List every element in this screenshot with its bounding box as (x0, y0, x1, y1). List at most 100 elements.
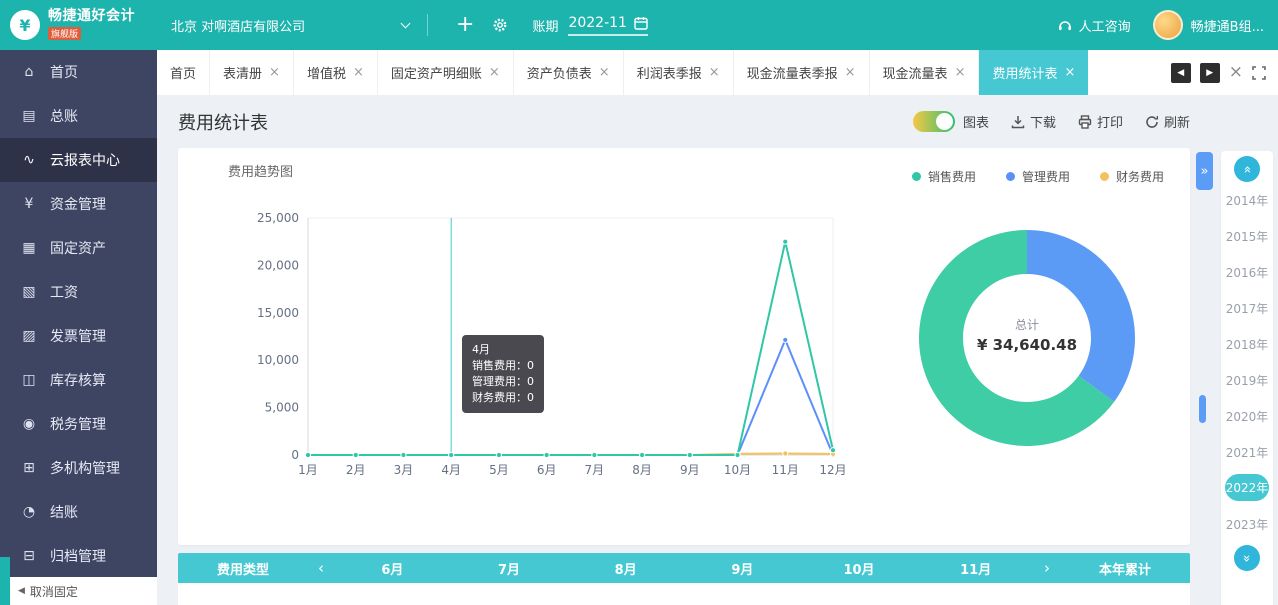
sidebar-item-general-ledger[interactable]: ▤总账 (0, 94, 157, 138)
sidebar-item-archive[interactable]: ⊟归档管理 (0, 534, 157, 578)
tab-close-icon[interactable]: × (1064, 66, 1075, 79)
y-tick-label: 20,000 (257, 258, 299, 272)
sidebar-item-multi-org[interactable]: ⊞多机构管理 (0, 446, 157, 490)
tab[interactable]: 资产负债表 × (514, 50, 624, 95)
divider (427, 14, 428, 36)
tab-label: 资产负债表 (527, 63, 592, 82)
tabbar: 首页表清册×增值税×固定资产明细账×资产负债表×利润表季报×现金流量表季报×现金… (157, 50, 1278, 95)
data-point (496, 452, 501, 457)
sidebar-item-label: 库存核算 (50, 370, 106, 390)
series-line (308, 340, 833, 455)
funds-icon: ¥ (20, 196, 38, 212)
next-months-icon[interactable]: › (1034, 559, 1060, 577)
user-name[interactable]: 畅捷通B组... (1191, 16, 1264, 35)
sidebar-item-cloud-reports[interactable]: ∿云报表中心 (0, 138, 157, 182)
data-point (353, 452, 358, 457)
edition-badge: 旗舰版 (48, 27, 81, 40)
year-item[interactable]: 2017年 (1221, 290, 1273, 326)
tab[interactable]: 表清册× (210, 50, 294, 95)
chart-tooltip: 4月 销售费用：0管理费用：0财务费用：0 (462, 335, 544, 413)
tab-close-icon[interactable]: × (353, 66, 364, 79)
bottom-col-type: 费用类型 (178, 559, 308, 578)
period-value[interactable]: 2022-11 (568, 15, 627, 31)
year-item[interactable]: 2023年 (1221, 506, 1273, 542)
year-item[interactable]: 2021年 (1221, 434, 1273, 470)
download-button[interactable]: 下载 (1011, 112, 1056, 131)
unpin-label: 取消固定 (30, 583, 78, 600)
tab-scroll-left-button[interactable]: ◀ (1171, 63, 1191, 83)
sidebar-item-inventory[interactable]: ◫库存核算 (0, 358, 157, 402)
calendar-icon[interactable] (634, 16, 648, 30)
sidebar-item-label: 发票管理 (50, 326, 106, 346)
year-item[interactable]: 2014年 (1221, 182, 1273, 218)
data-point (783, 451, 788, 456)
year-item[interactable]: 2019年 (1221, 362, 1273, 398)
y-tick-label: 5,000 (265, 401, 299, 415)
tab[interactable]: 费用统计表× (979, 50, 1088, 95)
tab[interactable]: 首页 (157, 50, 210, 95)
sidebar-item-fixed-assets[interactable]: ▦固定资产 (0, 226, 157, 270)
donut-slice[interactable] (1027, 230, 1135, 402)
sidebar-item-salary[interactable]: ▧工资 (0, 270, 157, 314)
print-button[interactable]: 打印 (1078, 112, 1123, 131)
tab-close-icon[interactable]: × (269, 66, 280, 79)
x-tick-label: 9月 (680, 463, 700, 477)
tab-close-icon[interactable]: × (845, 66, 856, 79)
year-item[interactable]: 2015年 (1221, 218, 1273, 254)
year-item[interactable]: 2018年 (1221, 326, 1273, 362)
add-button[interactable]: + (456, 14, 474, 36)
tab-label: 现金流量表季报 (747, 63, 838, 82)
sidebar-item-home[interactable]: ⌂首页 (0, 50, 157, 94)
sidebar-item-tax[interactable]: ◉税务管理 (0, 402, 157, 446)
sidebar-item-label: 云报表中心 (50, 150, 120, 170)
year-item[interactable]: 2022年 (1225, 474, 1269, 501)
download-icon (1011, 115, 1025, 129)
support-link[interactable]: 人工咨询 (1057, 16, 1131, 35)
year-scroll-up-button[interactable]: « (1234, 156, 1260, 182)
year-item[interactable]: 2016年 (1221, 254, 1273, 290)
refresh-button[interactable]: 刷新 (1145, 112, 1190, 131)
fullscreen-icon[interactable] (1252, 66, 1266, 80)
tab[interactable]: 现金流量表 × (870, 50, 980, 95)
logo-icon: ¥ (10, 10, 40, 40)
unpin-sidebar-button[interactable]: ◀ 取消固定 (10, 577, 157, 605)
tab-scroll-right-button[interactable]: ▶ (1200, 63, 1220, 83)
year-scroll-down-button[interactable]: « (1234, 545, 1260, 571)
tab-close-icon[interactable]: × (489, 66, 500, 79)
close-all-tabs-icon[interactable]: × (1229, 64, 1243, 81)
y-tick-label: 0 (291, 448, 299, 462)
tab-close-icon[interactable]: × (955, 66, 966, 79)
settings-gear-icon[interactable] (492, 17, 508, 33)
period-picker[interactable]: 2022-11 (568, 15, 648, 36)
sidebar-item-funds[interactable]: ¥资金管理 (0, 182, 157, 226)
sidebar-item-invoice[interactable]: ▨发票管理 (0, 314, 157, 358)
tab[interactable]: 利润表季报× (624, 50, 734, 95)
tab-close-icon[interactable]: × (709, 66, 720, 79)
expense-donut-chart (917, 228, 1137, 448)
collapse-panel-button[interactable]: » (1196, 152, 1213, 190)
prev-months-icon[interactable]: ‹ (308, 559, 334, 577)
scrollbar-thumb[interactable] (1199, 395, 1206, 423)
sidebar-item-label: 工资 (50, 282, 78, 302)
x-tick-label: 4月 (441, 463, 461, 477)
company-selector[interactable]: 北京 对啊酒店有限公司 (171, 16, 409, 35)
tab[interactable]: 固定资产明细账× (378, 50, 514, 95)
avatar[interactable] (1153, 10, 1183, 40)
x-tick-label: 2月 (346, 463, 366, 477)
tab-label: 首页 (170, 63, 196, 82)
data-point (305, 452, 310, 457)
tab-label: 现金流量表 (883, 63, 948, 82)
expense-table-header: 费用类型‹6月7月8月9月10月11月›本年累计 (178, 553, 1190, 583)
chart-view-toggle[interactable] (913, 111, 955, 132)
app-logo[interactable]: ¥ 畅捷通好会计 旗舰版 (0, 0, 157, 50)
sidebar-item-label: 归档管理 (50, 546, 106, 566)
closing-icon: ◔ (20, 504, 38, 520)
data-point (830, 448, 835, 453)
gear-icon (492, 17, 508, 33)
tab-close-icon[interactable]: × (599, 66, 610, 79)
sidebar-item-closing[interactable]: ◔结账 (0, 490, 157, 534)
year-item[interactable]: 2020年 (1221, 398, 1273, 434)
tab[interactable]: 现金流量表季报 × (734, 50, 870, 95)
tab[interactable]: 增值税× (294, 50, 378, 95)
print-label: 打印 (1097, 112, 1123, 131)
